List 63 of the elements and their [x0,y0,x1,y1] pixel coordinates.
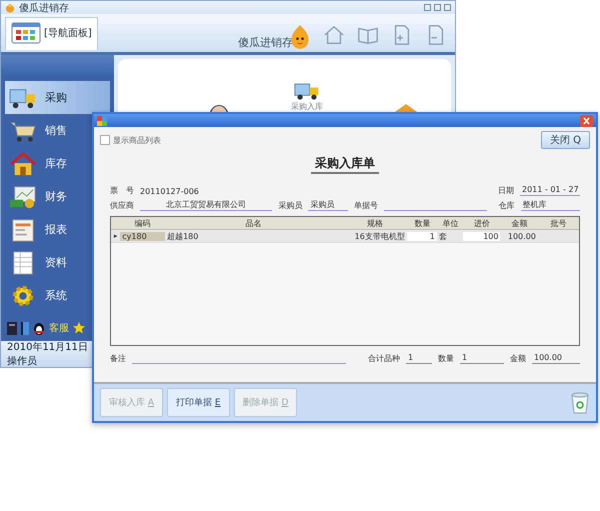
close-icon[interactable] [580,114,593,126]
close-button[interactable]: 关闭 Q [540,131,590,149]
column-header[interactable]: 单位 [437,218,464,228]
window-icon [97,116,107,126]
table-cell-text: 套 [438,230,448,242]
customer-service-link[interactable]: 客服 [49,321,69,335]
total-kinds-value: 1 [406,353,432,364]
column-header[interactable]: 编码 [120,218,166,228]
action-button[interactable]: 打印单据 E [167,388,230,417]
sidebar-item[interactable]: 报表 [1,213,114,246]
column-header[interactable]: 批号 [538,218,580,228]
notebook-icon[interactable] [21,322,29,334]
field-label: 供应商 [110,200,134,211]
field-label: 金额 [510,353,526,364]
warehouse-field[interactable]: 整机库 [520,199,580,211]
column-header[interactable]: 规格 [342,218,408,228]
calculator-icon[interactable] [7,322,17,334]
table-cell: 100 [463,232,500,240]
house-icon [9,152,37,176]
field-label: 仓库 [498,200,515,211]
flow-label[interactable]: 采购入库 [291,101,323,112]
window-title: 傻瓜进销存 [19,2,69,14]
sidebar-item[interactable]: 采购 [5,81,110,114]
field-label: 数量 [438,353,454,364]
column-header[interactable]: 品名 [165,218,342,228]
buyer-field[interactable]: 采购员 [308,199,348,211]
field-label: 合计品种 [368,353,400,364]
field-label: 日期 [498,185,514,196]
nav-panel-tab[interactable]: [导航面板] [5,17,98,50]
window-controls-icon[interactable] [424,4,451,11]
total-amount-value: 100.00 [532,353,580,364]
sidebar-item[interactable]: 库存 [1,147,114,180]
money-icon [9,184,37,208]
form-title: 采购入库单 [311,155,379,174]
truck-icon[interactable] [294,81,320,101]
status-operator: 操作员 [7,355,37,368]
table-cell-text: 超越180 [166,230,200,242]
bill-number: 20110127-006 [140,187,199,196]
sidebar-item[interactable]: 资料 [1,246,114,279]
table-cell-text: 100.00 [506,232,537,240]
table-cell: cy180 [120,232,166,240]
supplier-field[interactable]: 北京工贸贸易有限公司 [140,199,272,211]
field-label: 采购员 [278,200,302,211]
table-cell: 1 [406,232,437,240]
field-label: 单据号 [354,200,378,211]
column-header[interactable]: 金额 [500,218,538,228]
date-field[interactable]: 2011 - 01 - 27 [520,185,580,196]
checkbox[interactable] [100,135,110,145]
table-cell-text: 16支带电机型 [354,230,406,242]
column-header[interactable]: 进价 [463,218,501,228]
status-date: 2010年11月11日 [7,341,88,354]
total-quantity-value: 1 [460,353,504,364]
logo-text: 傻瓜进销存 [238,35,293,50]
column-header[interactable]: 数量 [407,218,438,228]
star-icon[interactable] [73,322,85,334]
home-icon[interactable] [323,24,345,46]
sidebar-item[interactable]: 系统 [1,279,114,312]
app-logo-icon [5,2,15,12]
grid-icon [11,22,41,44]
penguin-icon[interactable] [33,322,45,334]
recycle-bin-icon[interactable] [570,392,590,414]
field-label: 票 号 [110,185,134,196]
field-label: 备注 [110,353,126,364]
